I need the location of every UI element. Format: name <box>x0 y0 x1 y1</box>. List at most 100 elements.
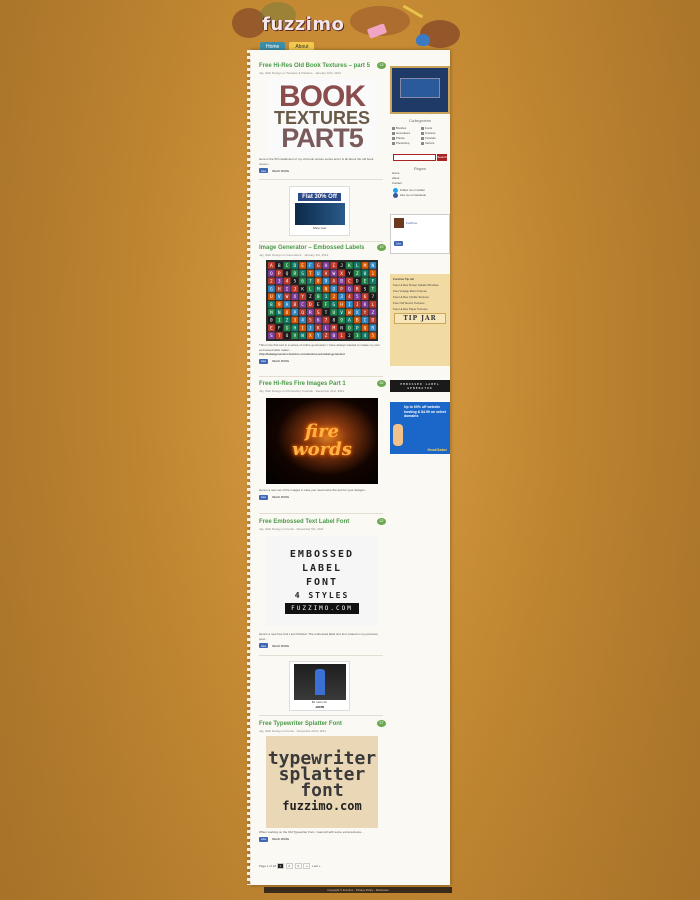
label-tile-letter: Y <box>317 333 320 339</box>
category-link[interactable]: Vectors <box>421 141 448 145</box>
category-link[interactable]: Photoshop <box>392 141 419 145</box>
post-title[interactable]: Free Hi-Res Old Book Textures – part 5 <box>259 62 383 70</box>
label-tile-letter: S <box>301 271 304 277</box>
label-tile-letter: O <box>332 286 335 292</box>
category-link[interactable]: Photos <box>392 136 419 140</box>
read-more-link[interactable]: READ MORE <box>272 837 289 841</box>
label-tile-letter: 2 <box>270 279 273 285</box>
label-tile-letter: T <box>278 333 281 339</box>
post: Image Generator – Embossed Labels Jay, W… <box>259 244 386 258</box>
label-tile-letter: 7 <box>371 294 374 300</box>
search-input[interactable] <box>393 154 436 161</box>
page-link[interactable]: 1 <box>276 863 284 869</box>
tip-link[interactable]: Free Hi-Res Flower Splatter Brushes <box>390 283 450 287</box>
last-page-link[interactable]: Last » <box>312 864 320 868</box>
facebook-like-button[interactable]: Like <box>259 643 269 648</box>
label-tile-letter: V <box>278 294 281 300</box>
label-tile-letter: R <box>371 325 374 331</box>
facebook-like-button[interactable]: Like <box>259 168 269 173</box>
label-tile-letter: L <box>325 325 328 331</box>
read-more-link[interactable]: READ MORE <box>272 169 289 173</box>
label-tile-letter: W <box>301 333 304 339</box>
post-image[interactable]: BOOK TEXTURES PART5 <box>267 78 377 156</box>
label-tile-letter: 4 <box>301 318 304 324</box>
page-link[interactable]: 3 <box>294 863 302 869</box>
label-tile-letter: U <box>317 271 320 277</box>
post-actions: Like READ MORE <box>259 494 383 500</box>
post-title[interactable]: Image Generator – Embossed Labels <box>259 244 383 252</box>
read-more-link[interactable]: READ MORE <box>272 495 289 499</box>
label-tile-letter: 1 <box>371 271 374 277</box>
label-tile-letter: D <box>371 318 374 324</box>
post-image[interactable]: A B C D E F G H I J K L M NO P Q R S T U V W X Y Z 0 12 3 4 5 6 7 8 9 A B C D… <box>266 260 378 341</box>
label-tile-letter: V <box>325 271 328 277</box>
read-more-link[interactable]: READ MORE <box>272 359 289 363</box>
label-tile-letter: G <box>286 325 289 331</box>
label-generator-banner[interactable]: EMBOSSED LABEL GENERATOR <box>390 380 450 392</box>
advertisement[interactable]: $1 more for .com <box>289 661 350 711</box>
category-link[interactable]: Textures <box>421 131 448 135</box>
search-button[interactable]: Search <box>437 154 447 161</box>
comment-count-icon[interactable]: 19 <box>377 244 386 251</box>
pages-list: Home About Contact <box>390 171 450 186</box>
ad-sub: .com <box>314 703 325 709</box>
categories-widget: Categories Brushes Fonts Generators Text… <box>390 118 450 145</box>
label-tile-letter: S <box>364 286 367 292</box>
label-tile-letter: H <box>293 325 296 331</box>
category-link[interactable]: Generators <box>392 131 419 135</box>
tip-link[interactable]: Free Vintage Retro Frames <box>390 289 450 293</box>
label-tile-letter: 4 <box>348 294 351 300</box>
site-logo[interactable]: fuzzimo <box>262 14 344 35</box>
facebook-like-button[interactable]: Like <box>259 494 269 500</box>
page-link[interactable]: » <box>303 863 311 869</box>
post-link[interactable]: http://labelgenerator.fuzzimo.com/emboss… <box>259 352 383 357</box>
label-tile-letter: A <box>286 302 289 308</box>
advertisement[interactable]: Flat 30% Off Shop now <box>289 186 350 236</box>
facebook-page-name[interactable]: Fuzzimo <box>406 221 417 225</box>
category-label: Fonts <box>425 126 432 130</box>
facebook-like-button[interactable]: Like <box>259 358 269 364</box>
label-tile-letter: 1 <box>278 318 281 324</box>
category-link[interactable]: Brushes <box>392 126 419 130</box>
hostgator-ad[interactable]: Up to 60% off website hosting & $4.99 on… <box>390 402 450 454</box>
comment-count-icon[interactable]: 13 <box>377 62 386 69</box>
post-image[interactable]: EMBOSSED LABEL FONT 4 STYLES FUZZIMO.COM <box>266 536 378 626</box>
post-title[interactable]: Free Embossed Text Label Font <box>259 518 383 526</box>
page-link[interactable]: Contact <box>392 181 448 186</box>
category-link[interactable]: Fonts <box>421 126 448 130</box>
facebook-link[interactable]: Like me on facebook <box>390 193 450 198</box>
brush-icon <box>392 126 395 130</box>
search-form: Search <box>390 154 450 161</box>
label-tile-letter: M <box>317 286 320 292</box>
label-tile-letter: N <box>340 325 343 331</box>
tip-link[interactable]: Free Hi-Res Crinkle Textures <box>390 295 450 299</box>
comment-count-icon[interactable]: 22 <box>377 518 386 525</box>
label-tile-letter: G <box>317 263 320 269</box>
read-more-link[interactable]: READ MORE <box>272 644 289 648</box>
tip-jar-button[interactable]: TIP JAR <box>394 313 446 324</box>
category-link[interactable]: Tutorials <box>421 136 448 140</box>
facebook-like-button[interactable]: Like <box>259 836 269 842</box>
footer: Copyright © Fuzzimo · Privacy Policy · D… <box>264 887 452 893</box>
comment-count-icon[interactable]: 27 <box>377 720 386 727</box>
post-title[interactable]: Free Typewriter Splatter Font <box>259 720 383 728</box>
post-image[interactable]: fire words <box>266 398 378 484</box>
label-tile-letter: T <box>309 271 312 277</box>
generator-icon <box>392 131 395 135</box>
post-image[interactable]: typewriter splatter font fuzzimo.com <box>266 736 378 828</box>
tip-link[interactable]: Free Old Stucco Textures <box>390 301 450 305</box>
facebook-like-button[interactable]: Like <box>394 240 404 246</box>
label-tile-letter: 5 <box>293 279 296 285</box>
label-tile-letter: 6 <box>317 318 320 324</box>
label-tile-letter: I <box>301 325 304 331</box>
label-tile-letter: 5 <box>371 333 374 339</box>
sidebar-banner[interactable] <box>390 66 450 114</box>
page-link[interactable]: 2 <box>285 863 293 869</box>
tip-link[interactable]: Free Hi-Res Paper Textures <box>390 307 450 311</box>
label-tile-letter: 9 <box>278 302 281 308</box>
label-tile-letter: X <box>293 294 296 300</box>
hostgator-headline: Up to 60% off website hosting & $4.99 on… <box>404 405 447 418</box>
post-title[interactable]: Free Hi-Res Fire Images Part 1 <box>259 380 383 388</box>
label-tile-letter: D <box>293 263 296 269</box>
comment-count-icon[interactable]: 32 <box>377 380 386 387</box>
